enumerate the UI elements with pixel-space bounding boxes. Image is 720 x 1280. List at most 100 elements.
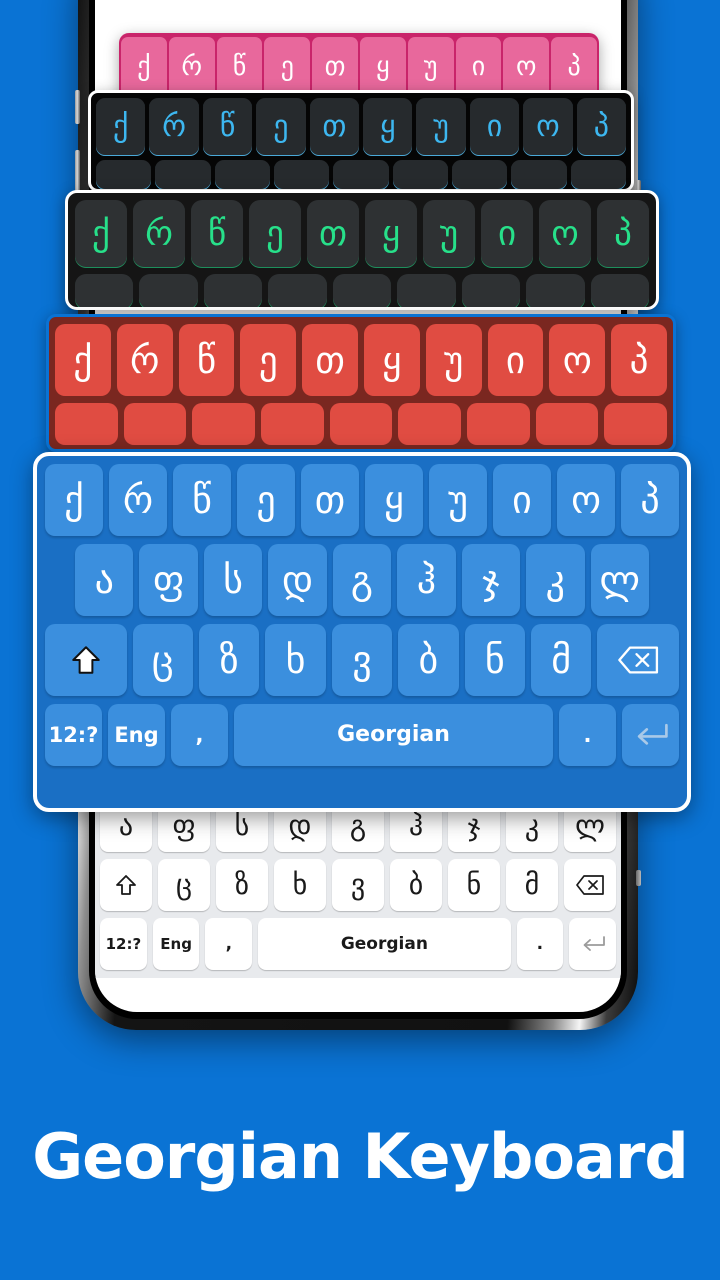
key-q[interactable]: ქ (96, 98, 146, 156)
key-v[interactable]: ვ (332, 859, 384, 911)
key-d[interactable] (268, 274, 327, 307)
key-q[interactable]: ქ (55, 324, 111, 396)
key-p2[interactable]: პ (597, 200, 649, 268)
key-t[interactable]: თ (312, 37, 358, 97)
key-p[interactable]: ფ (139, 544, 198, 616)
key-l[interactable] (570, 160, 626, 189)
key-u[interactable]: უ (407, 37, 454, 97)
key-k[interactable] (511, 160, 567, 189)
key-t[interactable]: თ (301, 464, 359, 536)
key-p[interactable] (139, 274, 198, 307)
key-o[interactable]: ო (523, 98, 573, 156)
space-key[interactable]: Georgian (258, 918, 511, 970)
key-o[interactable]: ო (549, 324, 606, 396)
key-n[interactable]: ნ (464, 624, 525, 696)
key-s[interactable] (214, 160, 270, 189)
key-z[interactable]: ზ (216, 859, 268, 911)
key-e[interactable]: ე (264, 37, 311, 97)
key-p2[interactable]: პ (621, 464, 679, 536)
key-v[interactable]: ვ (331, 624, 393, 696)
key-a[interactable] (96, 160, 152, 189)
key-r[interactable]: რ (109, 464, 167, 536)
language-toggle-key[interactable]: Eng (107, 704, 165, 766)
key-r[interactable]: რ (133, 200, 185, 268)
key-u[interactable]: უ (425, 324, 482, 396)
key-w[interactable]: წ (173, 464, 231, 536)
key-j[interactable] (451, 160, 508, 189)
shift-key[interactable] (100, 859, 152, 911)
key-x[interactable]: ხ (274, 859, 326, 911)
key-y[interactable]: ყ (363, 98, 413, 156)
key-k[interactable] (526, 274, 585, 307)
key-p2[interactable]: პ (611, 324, 667, 396)
key-i[interactable]: ი (493, 464, 551, 536)
key-q[interactable]: ქ (45, 464, 103, 536)
key-g[interactable] (329, 403, 393, 445)
backspace-key[interactable] (597, 624, 679, 696)
key-n[interactable]: ნ (448, 859, 500, 911)
key-l[interactable]: ლ (590, 544, 649, 616)
keyboard-theme-dark-green[interactable]: ქ რ წ ე თ ყ უ ი ო პ (65, 190, 659, 310)
key-p[interactable] (123, 403, 187, 445)
key-g[interactable] (333, 160, 389, 189)
key-t[interactable]: თ (309, 98, 360, 156)
key-s[interactable]: ს (203, 544, 263, 616)
key-d[interactable] (261, 403, 324, 445)
key-i[interactable]: ი (487, 324, 544, 396)
key-e[interactable]: ე (249, 200, 301, 268)
shift-key[interactable] (45, 624, 127, 696)
key-q[interactable]: ქ (121, 37, 167, 97)
key-b[interactable]: ბ (398, 624, 459, 696)
key-t[interactable]: თ (302, 324, 358, 396)
key-i[interactable]: ი (455, 37, 502, 97)
key-y[interactable]: ყ (363, 324, 420, 396)
key-c[interactable]: ც (132, 624, 193, 696)
key-c[interactable]: ც (158, 859, 210, 911)
key-t[interactable]: თ (307, 200, 359, 268)
key-j[interactable] (461, 274, 521, 307)
key-p2[interactable]: პ (576, 98, 627, 156)
key-i[interactable]: ი (481, 200, 533, 268)
key-r[interactable]: რ (116, 324, 173, 396)
key-e[interactable]: ე (237, 464, 295, 536)
keyboard-theme-blue[interactable]: ქ რ წ ე თ ყ უ ი ო პ ა ფ ს დ გ ჰ ჯ კ ლ ც … (33, 452, 691, 812)
key-r[interactable]: რ (149, 98, 199, 156)
key-h[interactable] (392, 160, 448, 189)
key-s[interactable] (203, 274, 263, 307)
keyboard-theme-red[interactable]: ქ რ წ ე თ ყ უ ი ო პ (46, 314, 676, 452)
key-y[interactable]: ყ (365, 464, 423, 536)
enter-key[interactable] (569, 918, 617, 970)
key-q[interactable]: ქ (75, 200, 127, 268)
key-m[interactable]: მ (506, 859, 558, 911)
key-o[interactable]: ო (539, 200, 591, 268)
period-key[interactable]: . (516, 918, 564, 970)
key-o[interactable]: ო (557, 464, 615, 536)
key-d[interactable] (273, 160, 330, 189)
key-b[interactable]: ბ (390, 859, 442, 911)
key-u[interactable]: უ (423, 200, 475, 268)
key-w[interactable]: წ (191, 200, 243, 268)
space-key[interactable]: Georgian (233, 704, 554, 766)
backspace-key[interactable] (564, 859, 616, 911)
key-h[interactable]: ჰ (397, 544, 456, 616)
key-l[interactable] (590, 274, 649, 307)
comma-key[interactable]: , (170, 704, 228, 766)
comma-key[interactable]: , (205, 918, 253, 970)
key-x[interactable]: ხ (265, 624, 326, 696)
key-g[interactable] (332, 274, 392, 307)
key-k[interactable]: კ (526, 544, 585, 616)
key-o[interactable]: ო (503, 37, 550, 97)
key-e[interactable]: ე (240, 324, 297, 396)
key-e[interactable]: ე (256, 98, 306, 156)
key-a[interactable] (55, 403, 118, 445)
key-p2[interactable]: პ (551, 37, 597, 97)
key-p[interactable] (155, 160, 211, 189)
key-j[interactable] (467, 403, 530, 445)
key-h[interactable] (398, 403, 462, 445)
key-h[interactable] (397, 274, 456, 307)
key-i[interactable]: ი (469, 98, 520, 156)
key-g[interactable]: გ (332, 544, 392, 616)
symbols-key[interactable]: 12:? (100, 918, 147, 970)
key-z[interactable]: ზ (198, 624, 260, 696)
key-w[interactable]: წ (202, 98, 253, 156)
